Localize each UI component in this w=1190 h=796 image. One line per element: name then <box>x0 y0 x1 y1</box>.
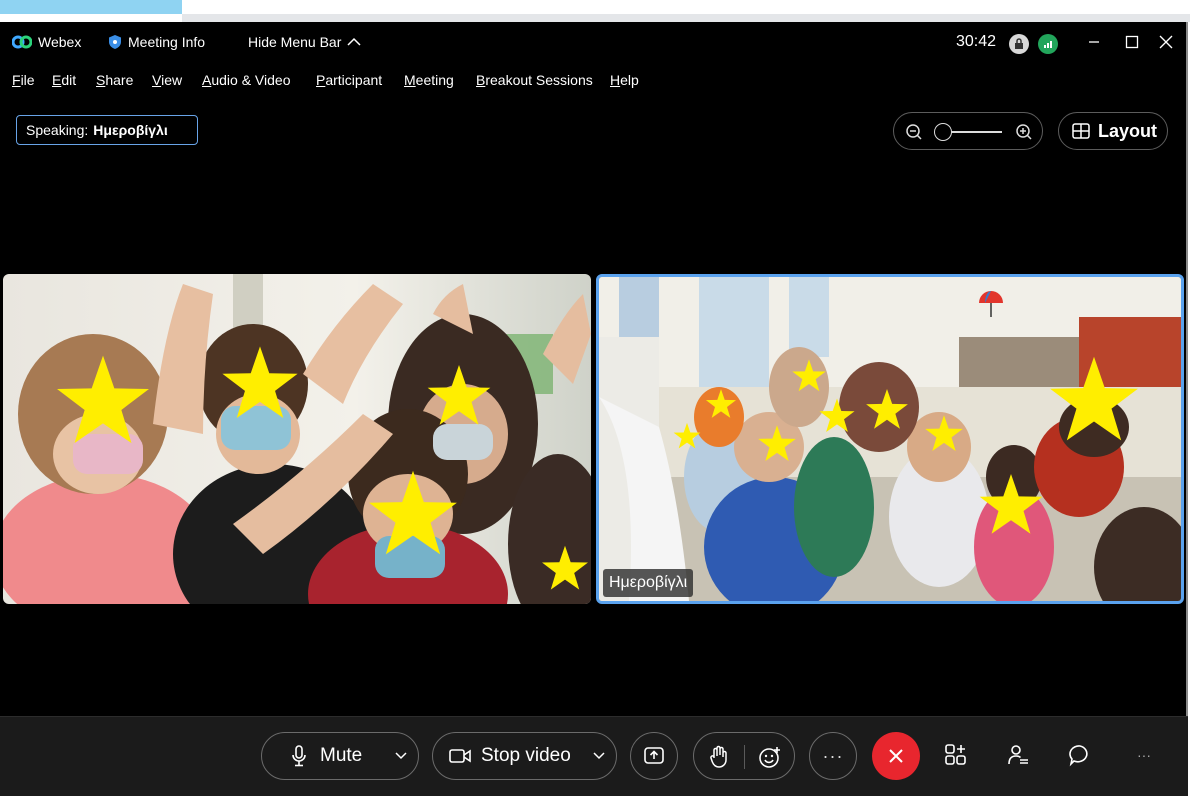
reactions-icon[interactable] <box>758 745 782 769</box>
apps-icon <box>945 744 966 765</box>
desktop-background <box>0 0 1190 22</box>
microphone-icon <box>292 745 306 767</box>
zoom-control <box>893 112 1043 150</box>
participants-button[interactable] <box>1004 741 1032 769</box>
menu-view[interactable]: View <box>152 72 182 88</box>
mute-button[interactable]: Mute <box>261 732 419 780</box>
leave-icon <box>889 749 903 763</box>
menu-meeting[interactable]: Meeting <box>404 72 454 88</box>
chat-icon <box>1069 745 1088 767</box>
zoom-in-icon[interactable] <box>1015 123 1033 141</box>
chevron-down-icon[interactable] <box>592 748 606 762</box>
layout-icon <box>1072 123 1090 139</box>
video-tile-left[interactable] <box>3 274 591 604</box>
hide-menu-bar-label: Hide Menu Bar <box>248 34 342 50</box>
meeting-controls-toolbar: Mute Stop video ··· ··· <box>0 716 1188 796</box>
raise-hand-icon[interactable] <box>708 745 730 769</box>
close-icon[interactable] <box>1156 32 1176 52</box>
layout-button[interactable]: Layout <box>1058 112 1168 150</box>
reactions-group <box>693 732 795 780</box>
desktop-bar <box>182 14 1190 22</box>
participants-icon <box>1008 745 1028 765</box>
speaking-indicator: Speaking: Ημεροβίγλι <box>16 115 198 145</box>
video-tile-right-active-speaker[interactable]: Ημεροβίγλι <box>596 274 1184 604</box>
meeting-timer: 30:42 <box>956 33 997 50</box>
signal-icon[interactable] <box>1038 34 1058 54</box>
leave-meeting-button[interactable] <box>872 732 920 780</box>
video-feed-right <box>599 277 1181 601</box>
participant-name-badge: Ημεροβίγλι <box>603 569 694 597</box>
camera-icon <box>449 749 471 763</box>
stop-video-label: Stop video <box>481 745 571 766</box>
chevron-up-icon <box>347 37 361 46</box>
mute-label: Mute <box>320 745 363 766</box>
lock-icon[interactable] <box>1009 34 1029 54</box>
title-bar: Webex Meeting Info Hide Menu Bar 30:42 <box>0 22 1186 62</box>
menu-edit[interactable]: Edit <box>52 72 76 88</box>
speaking-name: Ημεροβίγλι <box>93 122 168 138</box>
app-name: Webex <box>38 34 82 50</box>
menu-participant[interactable]: Participant <box>316 72 382 88</box>
menu-share[interactable]: Share <box>96 72 133 88</box>
hide-menu-bar-button[interactable]: Hide Menu Bar <box>248 34 361 50</box>
apps-button[interactable] <box>942 741 970 769</box>
speaking-label: Speaking: <box>26 122 89 138</box>
menu-breakout-sessions[interactable]: Breakout Sessions <box>476 72 593 88</box>
app-logo[interactable]: Webex <box>12 34 81 50</box>
maximize-icon[interactable] <box>1122 32 1142 52</box>
video-feed-left <box>3 274 591 604</box>
stop-video-button[interactable]: Stop video <box>432 732 617 780</box>
chat-button[interactable] <box>1066 741 1094 769</box>
minimize-icon[interactable] <box>1084 32 1104 52</box>
meeting-info-button[interactable]: Meeting Info <box>108 34 205 50</box>
meeting-info-label: Meeting Info <box>128 34 206 50</box>
layout-label: Layout <box>1098 120 1158 141</box>
webex-meeting-window: Webex Meeting Info Hide Menu Bar 30:42 F… <box>0 22 1188 796</box>
zoom-slider-track[interactable] <box>950 131 1002 133</box>
webex-logo-icon <box>12 35 32 49</box>
menu-file[interactable]: File <box>12 72 35 88</box>
menu-help[interactable]: Help <box>610 72 639 88</box>
menu-audio-video[interactable]: Audio & Video <box>202 72 290 88</box>
desktop-taskbar-tab <box>0 0 182 14</box>
zoom-slider-thumb[interactable] <box>934 123 952 141</box>
reactions-divider <box>744 745 745 769</box>
zoom-out-icon[interactable] <box>905 123 923 141</box>
shield-icon <box>109 35 121 49</box>
more-options-button[interactable]: ··· <box>809 732 857 780</box>
chevron-down-icon[interactable] <box>394 748 408 762</box>
overflow-menu-button[interactable]: ··· <box>1130 741 1158 769</box>
share-content-button[interactable] <box>630 732 678 780</box>
share-screen-icon <box>644 747 664 764</box>
